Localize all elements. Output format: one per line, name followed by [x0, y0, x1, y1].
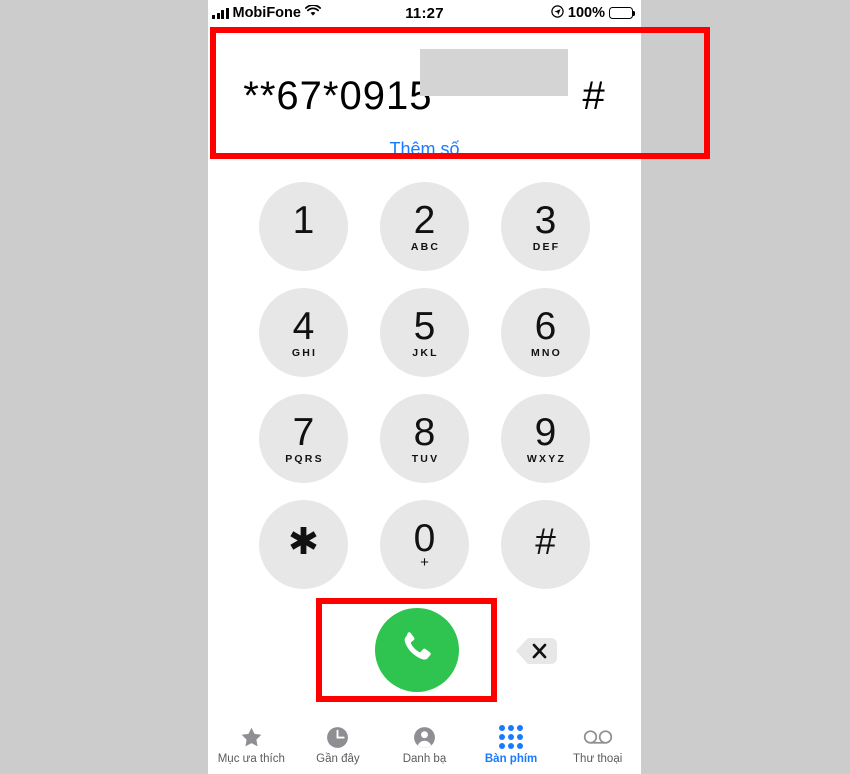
- voicemail-icon: [583, 724, 613, 750]
- status-bar-right: 100%: [551, 4, 636, 22]
- phone-handset-icon: [397, 628, 437, 673]
- key-digit-label: 7: [292, 411, 315, 454]
- key-7[interactable]: 7 PQRS: [259, 394, 348, 483]
- key-letters-label: TUV: [411, 453, 440, 465]
- key-letters-label: DEF: [532, 241, 561, 253]
- key-digit-label: 3: [534, 199, 557, 242]
- key-digit-label: 4: [292, 305, 315, 348]
- star-icon: [239, 724, 264, 750]
- key-digit-label: 6: [534, 305, 557, 348]
- tab-recents[interactable]: Gần đây: [295, 715, 382, 774]
- key-asterisk[interactable]: ✱: [259, 500, 348, 589]
- tab-label: Gần đây: [316, 753, 360, 765]
- dialed-number-suffix: #: [582, 74, 606, 118]
- keypad-row: 1 2 ABC 3 DEF: [208, 182, 641, 271]
- tab-bar: Mục ưa thích Gần đây Danh bạ Bàn phím Th…: [208, 715, 641, 774]
- clock-icon: [325, 724, 350, 750]
- tab-favorites[interactable]: Mục ưa thích: [208, 715, 295, 774]
- key-4[interactable]: 4 GHI: [259, 288, 348, 377]
- tab-label: Mục ưa thích: [217, 753, 285, 765]
- key-9[interactable]: 9 WXYZ: [501, 394, 590, 483]
- key-letters-label: JKL: [412, 347, 439, 359]
- key-digit-label: ✱: [287, 521, 319, 562]
- key-digit-label: #: [535, 521, 556, 562]
- status-bar: MobiFone 11:27 100%: [208, 0, 641, 26]
- number-display-area[interactable]: **67*0915 # Thêm số: [208, 27, 641, 160]
- tab-label: Thư thoại: [573, 753, 623, 765]
- add-number-link[interactable]: Thêm số: [208, 139, 641, 160]
- key-letters-label: WXYZ: [526, 453, 567, 465]
- tab-label: Bàn phím: [484, 753, 538, 765]
- key-1[interactable]: 1: [259, 182, 348, 271]
- key-0[interactable]: 0 +: [380, 500, 469, 589]
- call-button[interactable]: [375, 608, 459, 692]
- person-circle-icon: [412, 724, 437, 750]
- call-action-row: [208, 608, 641, 692]
- battery-full-icon: [609, 7, 636, 19]
- key-letters-label: ABC: [410, 241, 441, 253]
- tab-contacts[interactable]: Danh bạ: [381, 715, 468, 774]
- keypad-dots-icon: [499, 724, 524, 750]
- backspace-button[interactable]: [513, 635, 559, 667]
- keypad-row: 7 PQRS 8 TUV 9 WXYZ: [208, 394, 641, 483]
- phone-screen: MobiFone 11:27 100% **67*0915 # Thêm số …: [208, 0, 641, 774]
- dialed-number-prefix: **67*0915: [243, 74, 433, 118]
- key-5[interactable]: 5 JKL: [380, 288, 469, 377]
- key-digit-label: 8: [413, 411, 436, 454]
- keypad-row: 4 GHI 5 JKL 6 MNO: [208, 288, 641, 377]
- dialer-keypad: 1 2 ABC 3 DEF 4 GHI 5 JKL 6 MNO 7 PQRS 8…: [208, 182, 641, 606]
- key-3[interactable]: 3 DEF: [501, 182, 590, 271]
- tab-label: Danh bạ: [402, 753, 447, 765]
- redaction-overlay: [420, 49, 568, 96]
- key-letters-label: GHI: [291, 347, 318, 359]
- key-6[interactable]: 6 MNO: [501, 288, 590, 377]
- key-digit-label: 2: [413, 199, 436, 242]
- key-digit-label: 5: [413, 305, 436, 348]
- location-arrow-icon: [551, 4, 564, 22]
- key-digit-label: 9: [534, 411, 557, 454]
- tab-voicemail[interactable]: Thư thoại: [554, 715, 641, 774]
- key-digit-label: 0: [413, 517, 436, 560]
- key-2[interactable]: 2 ABC: [380, 182, 469, 271]
- key-hash[interactable]: #: [501, 500, 590, 589]
- key-8[interactable]: 8 TUV: [380, 394, 469, 483]
- battery-percent-label: 100%: [567, 5, 605, 21]
- keypad-row: ✱ 0 + #: [208, 500, 641, 589]
- key-digit-label: 1: [292, 199, 315, 242]
- key-letters-label: MNO: [530, 347, 563, 359]
- key-letters-label: +: [420, 554, 429, 571]
- key-letters-label: PQRS: [285, 453, 324, 465]
- tab-keypad[interactable]: Bàn phím: [468, 715, 555, 774]
